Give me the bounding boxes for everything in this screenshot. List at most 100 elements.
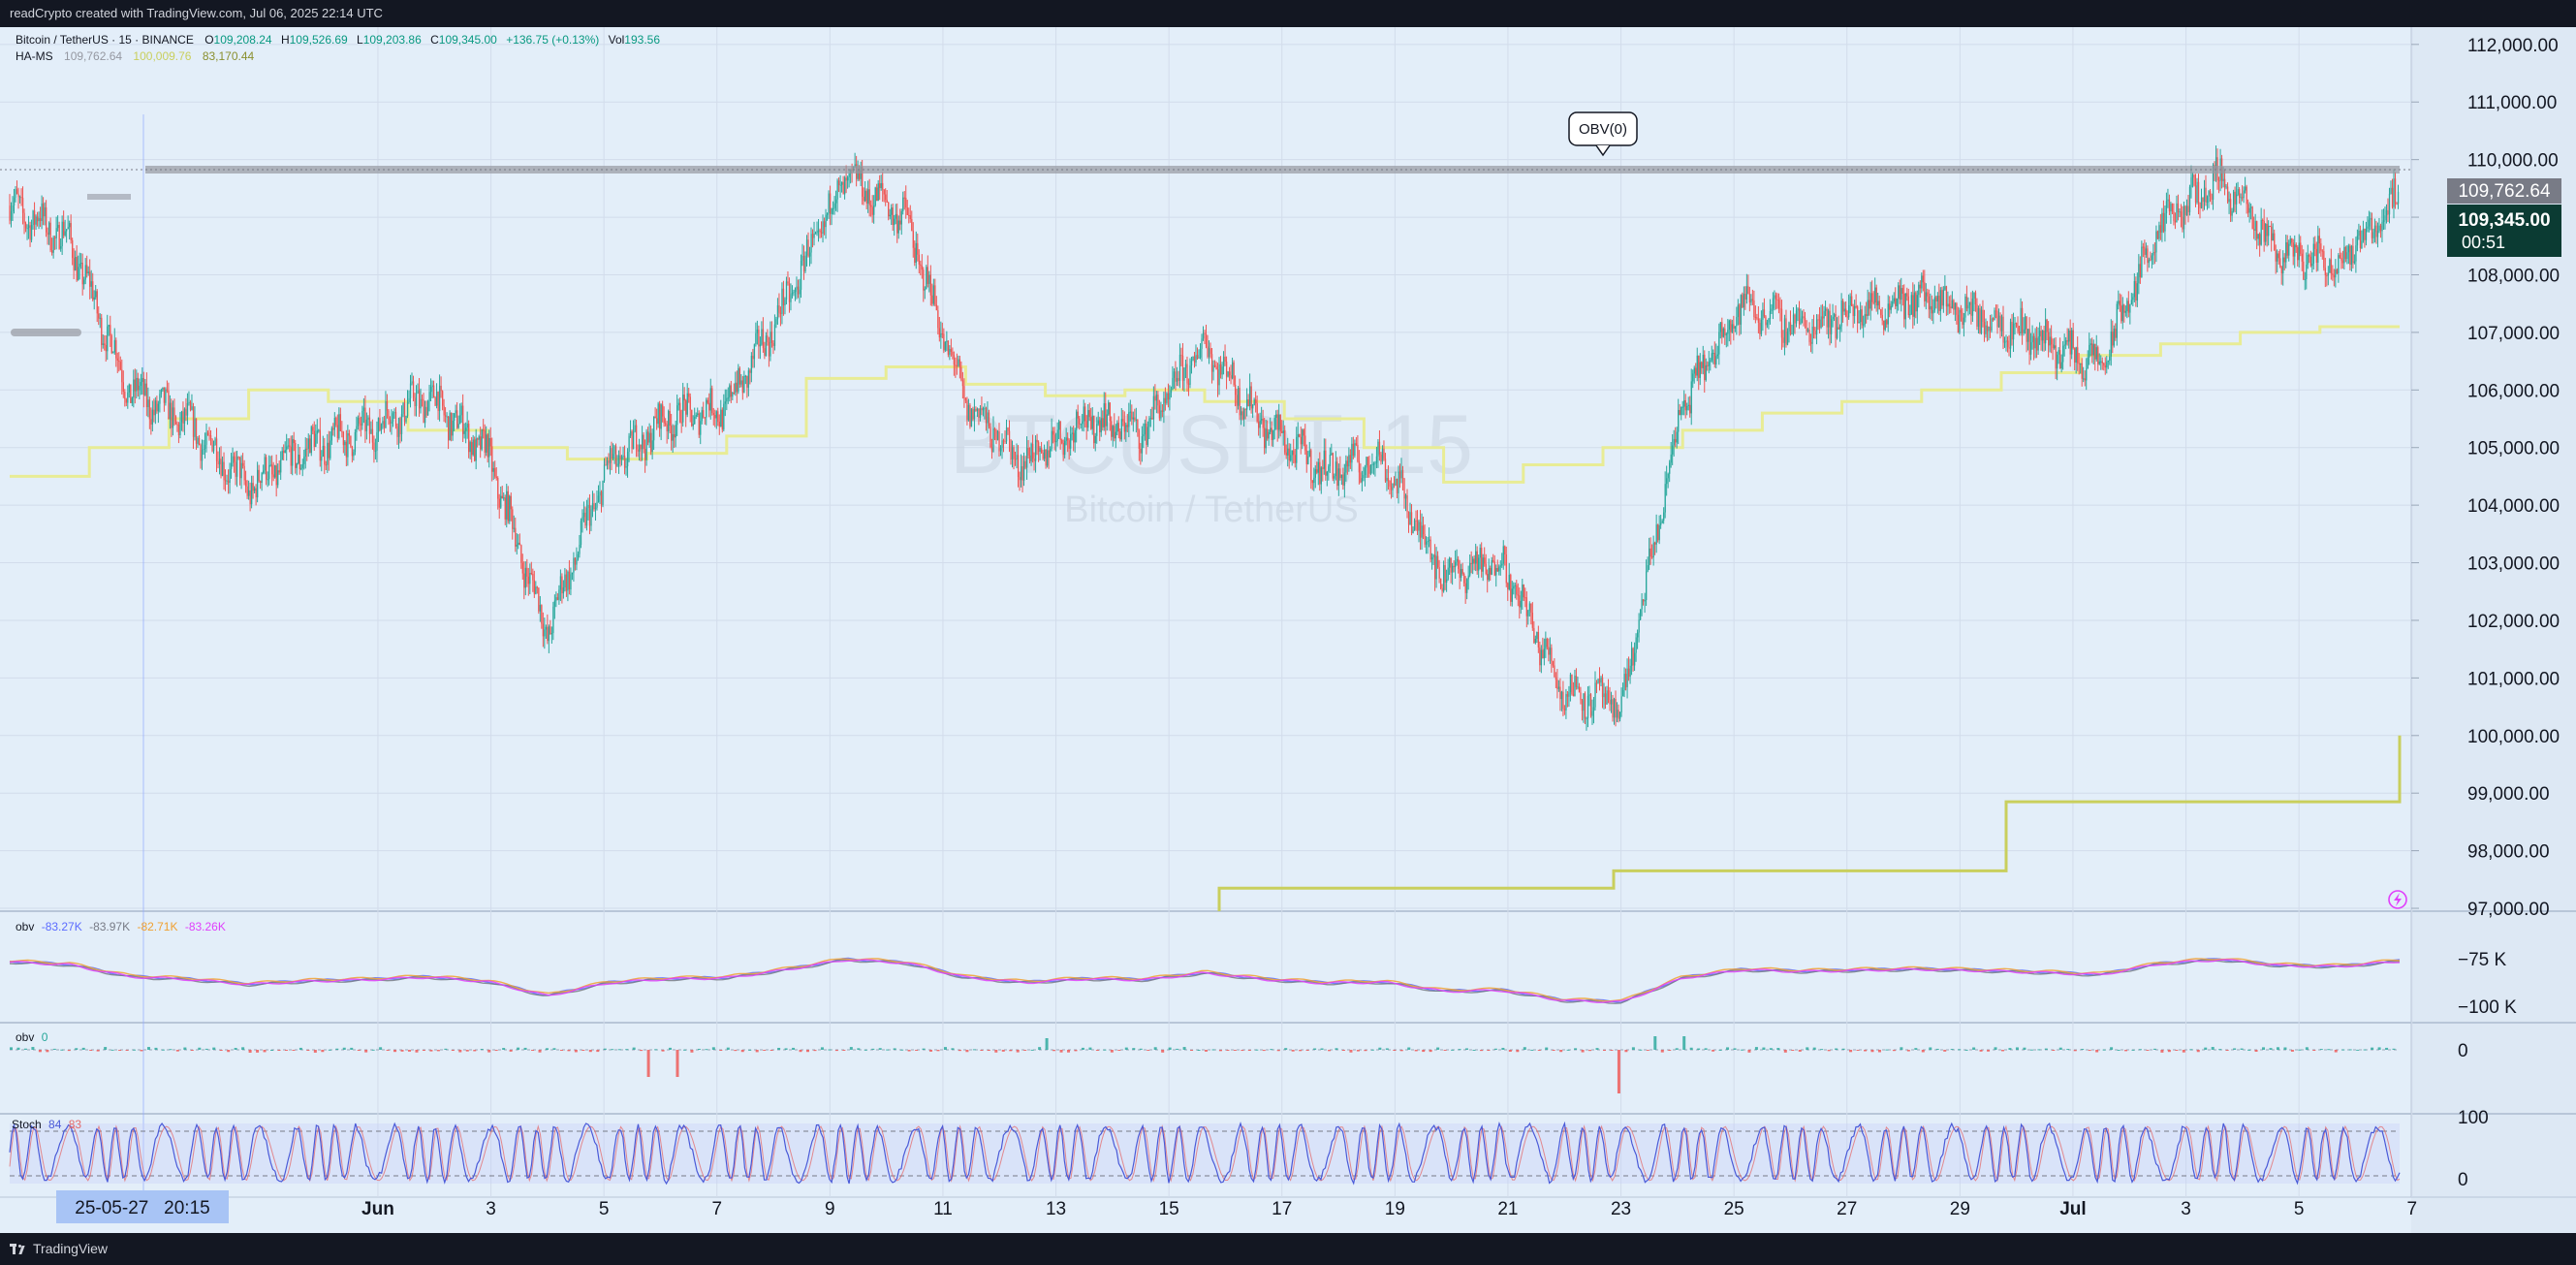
candle-body bbox=[2248, 207, 2250, 213]
candle-body bbox=[368, 417, 371, 434]
candle-body bbox=[772, 342, 774, 346]
candle-body bbox=[446, 416, 448, 418]
candle-body bbox=[1040, 448, 1043, 453]
candle-body bbox=[966, 400, 968, 421]
candle-body bbox=[1492, 559, 1494, 562]
candle-body bbox=[1151, 417, 1153, 420]
candle-body bbox=[741, 380, 744, 394]
candle-body bbox=[246, 486, 248, 496]
obv-bar bbox=[2371, 1047, 2374, 1050]
candle-body bbox=[185, 408, 187, 416]
candle-body bbox=[1701, 362, 1703, 368]
candle-body bbox=[590, 509, 592, 526]
candle-body bbox=[631, 430, 633, 450]
candle-body bbox=[70, 223, 72, 240]
obv-bar bbox=[16, 1047, 20, 1050]
candle-body bbox=[1601, 677, 1604, 698]
candle-body bbox=[999, 448, 1002, 452]
candle-body bbox=[406, 402, 409, 417]
tradingview-logo[interactable]: TradingView bbox=[10, 1233, 108, 1265]
candle-body bbox=[36, 216, 39, 222]
obv-bar bbox=[487, 1050, 491, 1053]
obv-bar bbox=[2363, 1049, 2367, 1051]
candle-body bbox=[414, 397, 416, 407]
candle-body bbox=[892, 207, 894, 226]
candle-body bbox=[2199, 202, 2201, 208]
candle-body bbox=[523, 573, 525, 588]
candle-body bbox=[1308, 450, 1310, 457]
candle-body bbox=[63, 221, 65, 236]
obv-bar bbox=[834, 1050, 838, 1052]
obv-bar bbox=[212, 1047, 216, 1050]
candle-body bbox=[224, 480, 227, 482]
candle-body bbox=[472, 439, 474, 456]
obv-bar bbox=[871, 1048, 875, 1050]
candle-body bbox=[647, 431, 649, 443]
legend-high: 109,526.69 bbox=[290, 33, 348, 47]
candle-body bbox=[585, 508, 588, 526]
candle-body bbox=[2251, 206, 2253, 230]
candle-body bbox=[1542, 649, 1544, 659]
obv-bar bbox=[234, 1048, 237, 1050]
candle-body bbox=[2250, 206, 2252, 208]
candle-body bbox=[1290, 455, 1292, 461]
candle-body bbox=[2324, 268, 2327, 275]
obv-bar bbox=[726, 1047, 730, 1050]
obv-bar bbox=[1530, 1049, 1534, 1051]
candle-body bbox=[1719, 322, 1721, 332]
obv-bar bbox=[328, 1049, 331, 1051]
candle-body bbox=[80, 263, 82, 265]
candle-body bbox=[1192, 356, 1194, 361]
candle-body bbox=[1438, 567, 1440, 579]
candle-body bbox=[793, 292, 795, 294]
candle-body bbox=[1230, 375, 1232, 379]
candle-body bbox=[403, 402, 406, 423]
legend-line-2: HA-MS 109,762.64 100,009.76 83,170.44 bbox=[16, 49, 255, 63]
candle-body bbox=[1910, 295, 1912, 315]
candle-body bbox=[1836, 327, 1838, 338]
candle-body bbox=[1361, 478, 1364, 483]
candle-body bbox=[1664, 484, 1666, 513]
candle-body bbox=[474, 439, 476, 461]
candle-body bbox=[779, 312, 782, 314]
obv-bar bbox=[893, 1048, 896, 1050]
obv-bar bbox=[682, 1049, 686, 1051]
candle-body bbox=[1316, 469, 1318, 473]
candle-body bbox=[1571, 674, 1573, 694]
candle-body bbox=[376, 432, 378, 452]
candle-body bbox=[1806, 330, 1809, 332]
obv-bar bbox=[1465, 1048, 1469, 1050]
candle-body bbox=[429, 387, 432, 393]
candle-body bbox=[1366, 457, 1367, 468]
candle-body bbox=[1851, 296, 1853, 306]
candle-body bbox=[545, 626, 548, 630]
candle-body bbox=[1466, 579, 1468, 593]
obv-bar bbox=[408, 1050, 411, 1052]
candle-body bbox=[1595, 682, 1598, 684]
obv-bar bbox=[2182, 1050, 2185, 1053]
candle-body bbox=[350, 435, 352, 447]
candle-body bbox=[1258, 421, 1260, 428]
obv-bar bbox=[625, 1049, 629, 1051]
candle-body bbox=[1815, 319, 1818, 335]
candle-body bbox=[449, 412, 451, 441]
candle-body bbox=[1048, 450, 1050, 458]
candle-body bbox=[1751, 299, 1754, 301]
candle-body bbox=[1817, 319, 1819, 321]
obv-bar bbox=[1791, 1050, 1795, 1051]
candle-body bbox=[1247, 399, 1249, 407]
obv-bar bbox=[1574, 1048, 1578, 1050]
obv-bar bbox=[1841, 1048, 1845, 1050]
candle-body bbox=[695, 415, 697, 417]
candle-body bbox=[1300, 436, 1302, 445]
candle-body bbox=[1284, 430, 1286, 453]
candle-body bbox=[1537, 632, 1540, 648]
obv-bar bbox=[2211, 1047, 2215, 1050]
candle-body bbox=[42, 203, 45, 217]
chart-canvas[interactable]: BTCUSDT, 15 Bitcoin / TetherUS OBV(0) Bi… bbox=[0, 27, 2576, 1233]
candle-body bbox=[441, 391, 444, 406]
candle-body bbox=[399, 418, 401, 434]
obv-bar bbox=[842, 1050, 846, 1051]
candle-body bbox=[709, 388, 711, 411]
candle-body bbox=[2123, 304, 2125, 313]
